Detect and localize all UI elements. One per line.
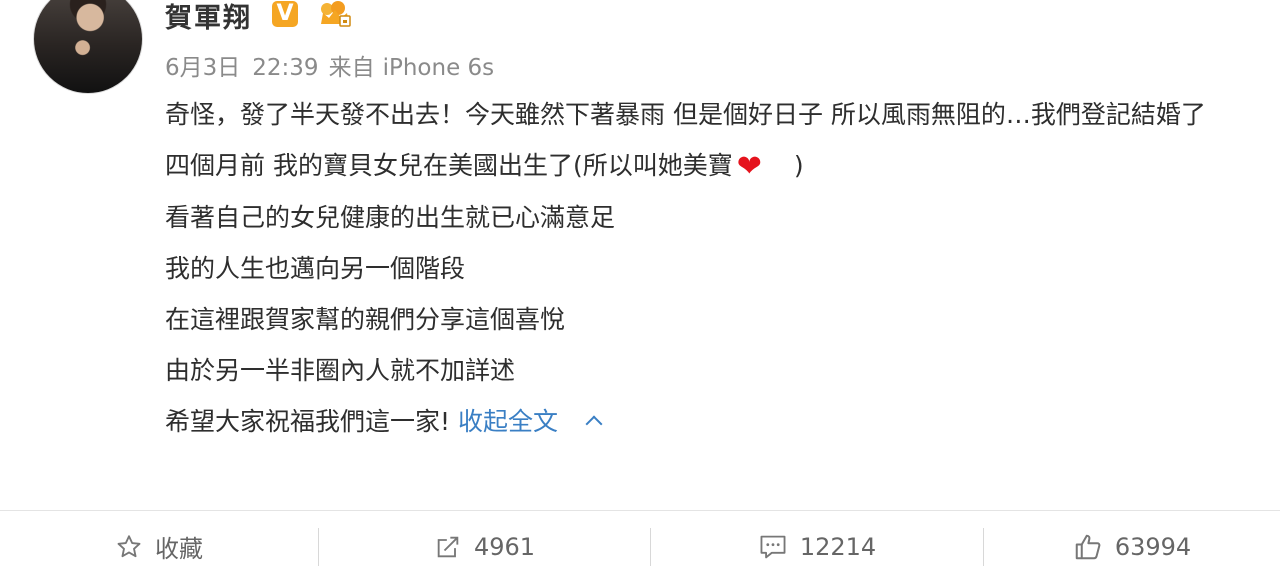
post-line-2: 四個月前 我的寶貝女兒在美國出生了(所以叫她美寶 ❤) (165, 143, 1265, 190)
post-line-2-text: 四個月前 我的寶貝女兒在美國出生了(所以叫她美寶 (165, 151, 733, 180)
comment-button[interactable]: 12214 (651, 511, 983, 581)
repost-count: 4961 (473, 532, 536, 561)
thumbs-up-icon (1075, 534, 1101, 559)
repost-button[interactable]: 4961 (319, 511, 650, 581)
weibo-post-card: 賀軍翔 V 6月3日 22:39 来自 iPhone 6s 奇怪，發了半天發不出去！今… (0, 0, 1280, 581)
post-line-3: 看著自己的女兒健康的出生就已心滿意足 (165, 203, 616, 232)
comment-icon (760, 535, 786, 558)
action-bar: 收藏 4961 12214 63994 (0, 510, 1280, 581)
username[interactable]: 賀軍翔 (165, 0, 252, 35)
post-meta: 6月3日 22:39 来自 iPhone 6s (165, 48, 494, 82)
chevron-up-icon[interactable] (585, 415, 603, 433)
collapse-full-text-link[interactable]: 收起全文 (458, 407, 558, 436)
repost-icon (437, 536, 459, 557)
post-line-5: 在這裡跟賀家幫的親們分享這個喜悅 (165, 305, 566, 334)
post-line-7-text: 希望大家祝福我們這一家! (165, 407, 451, 436)
favorite-label: 收藏 (155, 535, 203, 563)
crown-badge-icon (321, 1, 351, 27)
post-line-4: 我的人生也邁向另一個階段 (165, 254, 466, 283)
device-source[interactable]: iPhone 6s (383, 55, 495, 81)
verified-v-badge: V (272, 1, 298, 27)
post-content: 奇怪，發了半天發不出去！今天雖然下著暴雨 但是個好日子 所以風雨無阻的…我們登記… (165, 92, 1265, 450)
post-date: 6月3日 (165, 55, 241, 81)
avatar[interactable] (33, 0, 143, 94)
like-button[interactable]: 63994 (984, 511, 1280, 581)
post-line-7: 希望大家祝福我們這一家! 收起全文 (165, 399, 1265, 445)
star-icon (117, 534, 141, 557)
like-count: 63994 (1114, 532, 1192, 561)
post-line-6: 由於另一半非圈內人就不加詳述 (165, 356, 516, 385)
closing-paren: ) (793, 151, 804, 180)
comment-count: 12214 (799, 532, 877, 561)
favorite-button[interactable]: 收藏 (0, 511, 318, 581)
source-prefix: 来自 (328, 55, 375, 81)
post-time: 22:39 (252, 55, 319, 81)
heart-emoji: ❤ (736, 149, 762, 184)
post-line-1: 奇怪，發了半天發不出去！今天雖然下著暴雨 但是個好日子 所以風雨無阻的…我們登記… (165, 100, 1206, 129)
